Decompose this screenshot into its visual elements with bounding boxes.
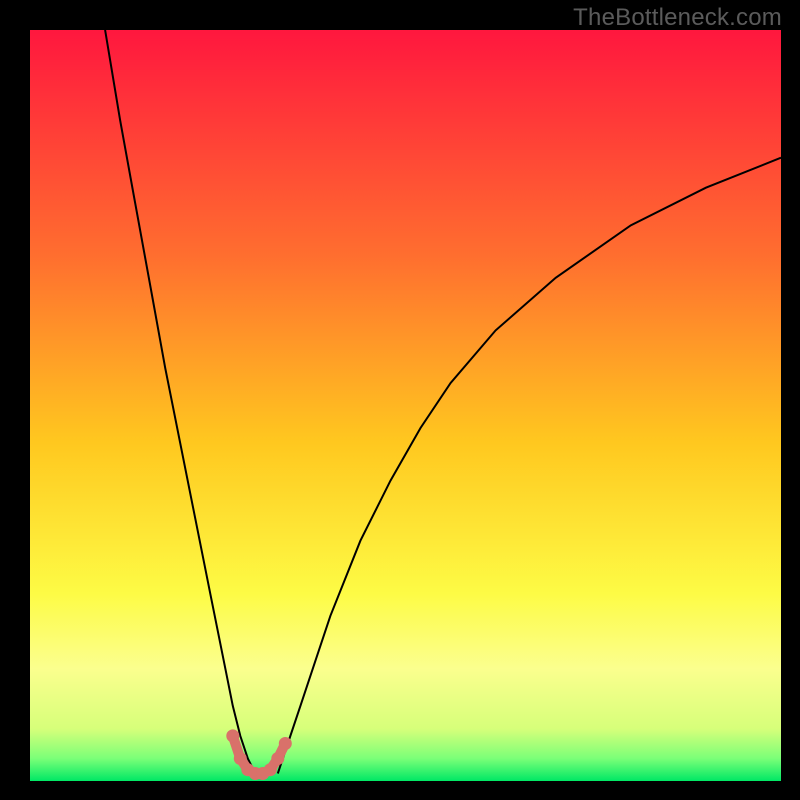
- watermark-text: TheBottleneck.com: [573, 4, 782, 32]
- bottleneck-curve: [105, 30, 781, 774]
- curve-layer: [30, 30, 781, 781]
- chart-frame: TheBottleneck.com: [0, 0, 800, 800]
- highlight-markers: [226, 729, 291, 780]
- plot-area: [30, 30, 781, 781]
